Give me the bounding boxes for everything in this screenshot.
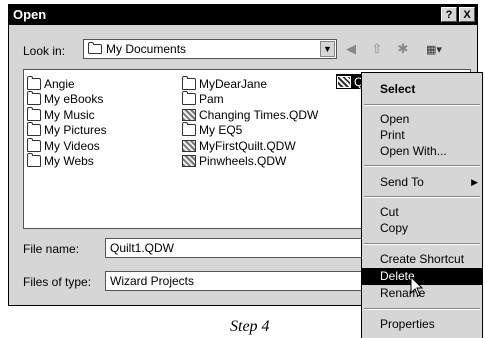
folder-icon xyxy=(182,75,196,90)
menu-item-send-to[interactable]: Send To ▶ xyxy=(362,174,482,191)
up-folder-icon[interactable]: ⇧ xyxy=(369,41,385,57)
back-icon[interactable]: ◀ xyxy=(343,41,359,57)
files-of-type-value: Wizard Projects xyxy=(110,274,195,288)
menu-divider xyxy=(364,196,480,198)
look-in-value: My Documents xyxy=(106,42,187,56)
mouse-cursor-icon xyxy=(410,276,424,297)
list-item[interactable]: My Webs xyxy=(27,153,107,170)
file-name-label: File name: xyxy=(23,242,80,256)
list-item[interactable]: My eBooks xyxy=(27,91,107,108)
file-column-1: Angie My eBooks My Music My Pictures My … xyxy=(27,75,107,170)
list-item[interactable]: MyFirstQuilt.QDW xyxy=(182,138,318,154)
music-folder-icon xyxy=(27,106,41,121)
pictures-folder-icon xyxy=(27,122,41,137)
files-of-type-dropdown[interactable]: Wizard Projects ▼ xyxy=(105,271,382,291)
folder-icon xyxy=(182,91,196,106)
menu-divider xyxy=(364,308,480,310)
list-item[interactable]: My EQ5 xyxy=(182,122,318,139)
file-name-input[interactable]: Quilt1.QDW xyxy=(105,238,365,258)
folder-icon xyxy=(88,42,102,54)
menu-item-properties[interactable]: Properties xyxy=(362,316,482,333)
videos-folder-icon xyxy=(27,137,41,152)
menu-item-print[interactable]: Print xyxy=(362,127,482,144)
list-item[interactable]: My Music xyxy=(27,106,107,123)
nav-toolbar: ◀ ⇧ ✱ ▦▾ xyxy=(343,39,447,59)
files-of-type-label: Files of type: xyxy=(23,275,92,289)
folder-icon xyxy=(27,91,41,106)
context-menu: Select Open Print Open With... Send To ▶… xyxy=(361,72,483,338)
list-item[interactable]: My Videos xyxy=(27,137,107,154)
folder-icon xyxy=(27,153,41,168)
dropdown-arrow-icon[interactable]: ▼ xyxy=(320,41,335,57)
menu-divider xyxy=(364,243,480,245)
window-title: Open xyxy=(13,7,47,22)
new-folder-icon[interactable]: ✱ xyxy=(395,41,411,57)
shortcut-folder-icon xyxy=(182,122,196,137)
qdw-file-icon xyxy=(182,139,196,152)
title-bar: Open ? X xyxy=(9,5,477,25)
folder-icon xyxy=(27,75,41,90)
views-menu-icon[interactable]: ▦▾ xyxy=(421,41,447,57)
menu-item-open[interactable]: Open xyxy=(362,111,482,128)
list-item[interactable]: Pinwheels.QDW xyxy=(182,154,318,170)
menu-divider xyxy=(364,104,480,106)
help-button[interactable]: ? xyxy=(441,7,457,22)
file-column-2: MyDearJane Pam Changing Times.QDW My EQ5… xyxy=(182,75,318,170)
menu-item-cut[interactable]: Cut xyxy=(362,204,482,221)
qdw-file-icon xyxy=(182,155,196,168)
qdw-file-icon xyxy=(182,108,196,121)
menu-item-select[interactable]: Select xyxy=(362,81,482,98)
step-caption: Step 4 xyxy=(230,318,270,335)
list-item[interactable]: Changing Times.QDW xyxy=(182,107,318,123)
close-button[interactable]: X xyxy=(459,7,475,22)
list-item[interactable]: MyDearJane xyxy=(182,75,318,92)
list-item[interactable]: Angie xyxy=(27,75,107,92)
menu-item-copy[interactable]: Copy xyxy=(362,220,482,237)
look-in-label: Look in: xyxy=(23,44,66,58)
menu-item-create-shortcut[interactable]: Create Shortcut xyxy=(362,251,482,268)
list-item[interactable]: My Pictures xyxy=(27,122,107,139)
list-item[interactable]: Pam xyxy=(182,91,318,108)
submenu-arrow-icon: ▶ xyxy=(471,177,478,187)
menu-divider xyxy=(364,165,480,167)
menu-item-open-with[interactable]: Open With... xyxy=(362,143,482,160)
look-in-dropdown[interactable]: My Documents ▼ xyxy=(83,39,337,59)
qdw-file-icon xyxy=(337,75,351,88)
